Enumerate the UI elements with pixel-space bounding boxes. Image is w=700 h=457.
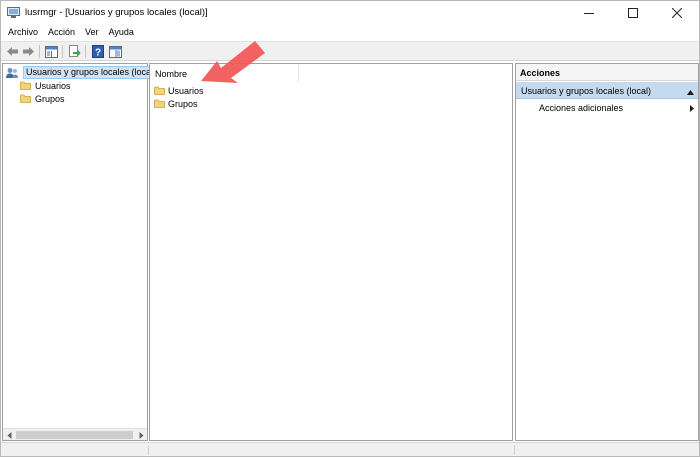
actions-pane: Acciones Usuarios y grupos locales (loca…: [515, 63, 699, 441]
status-divider: [148, 445, 149, 455]
help-icon[interactable]: ?: [90, 44, 105, 59]
toolbar-separator: [39, 45, 40, 58]
list-item-label: Grupos: [168, 98, 198, 109]
scrollbar-thumb[interactable]: [16, 431, 133, 439]
folder-icon: [20, 81, 31, 90]
console-tree-pane: Usuarios y grupos locales (local) Usuari…: [2, 63, 160, 441]
actions-section-header[interactable]: Usuarios y grupos locales (local): [516, 82, 698, 99]
close-button[interactable]: [655, 1, 699, 25]
forward-arrow-icon[interactable]: [21, 44, 36, 59]
tree-item-grupos[interactable]: Grupos: [20, 92, 65, 105]
show-hide-tree-icon[interactable]: [44, 44, 59, 59]
menu-archivo[interactable]: Archivo: [1, 25, 43, 40]
folder-icon: [154, 99, 165, 108]
export-list-icon[interactable]: [67, 44, 82, 59]
window-title: lusrmgr - [Usuarios y grupos locales (lo…: [25, 7, 208, 18]
toolbar: ?: [1, 41, 699, 61]
folder-icon: [20, 94, 31, 103]
horizontal-scrollbar[interactable]: [3, 428, 147, 440]
tree-item-label: Grupos: [35, 93, 65, 104]
actions-section-label: Usuarios y grupos locales (local): [521, 86, 652, 96]
results-pane: Nombre Usuarios Grupos: [149, 63, 513, 441]
minimize-button[interactable]: [567, 1, 611, 25]
menu-bar: Archivo Acción Ver Ayuda: [1, 25, 699, 40]
mmc-window: lusrmgr - [Usuarios y grupos locales (lo…: [0, 0, 700, 457]
collapse-up-icon[interactable]: [687, 87, 694, 97]
menu-ayuda[interactable]: Ayuda: [104, 25, 139, 40]
back-arrow-icon[interactable]: [5, 44, 20, 59]
computer-management-icon: [7, 7, 20, 19]
action-pane-icon[interactable]: [108, 44, 123, 59]
actions-header: Acciones: [516, 64, 698, 81]
tree-root-label: Usuarios y grupos locales (local): [23, 66, 160, 79]
status-bar: [1, 442, 699, 456]
tree-item-label: Usuarios: [35, 80, 71, 91]
folder-icon: [154, 86, 165, 95]
action-label: Acciones adicionales: [539, 103, 624, 113]
submenu-arrow-icon: [690, 104, 694, 114]
toolbar-separator: [62, 45, 63, 58]
scroll-left-icon[interactable]: [4, 430, 14, 440]
action-more-actions[interactable]: Acciones adicionales: [539, 103, 698, 116]
tree-item-usuarios[interactable]: Usuarios: [20, 79, 71, 92]
scroll-right-icon[interactable]: [136, 430, 146, 440]
list-item[interactable]: Grupos: [154, 97, 198, 110]
svg-text:?: ?: [94, 48, 100, 59]
users-groups-icon: [5, 67, 19, 79]
toolbar-separator: [85, 45, 86, 58]
status-divider: [514, 445, 515, 455]
tree-item-root[interactable]: Usuarios y grupos locales (local): [5, 66, 160, 79]
menu-ver[interactable]: Ver: [80, 25, 104, 40]
title-bar[interactable]: lusrmgr - [Usuarios y grupos locales (lo…: [1, 1, 699, 25]
menu-accion[interactable]: Acción: [43, 25, 80, 40]
maximize-button[interactable]: [611, 1, 655, 25]
annotation-arrow-icon: [201, 41, 265, 83]
